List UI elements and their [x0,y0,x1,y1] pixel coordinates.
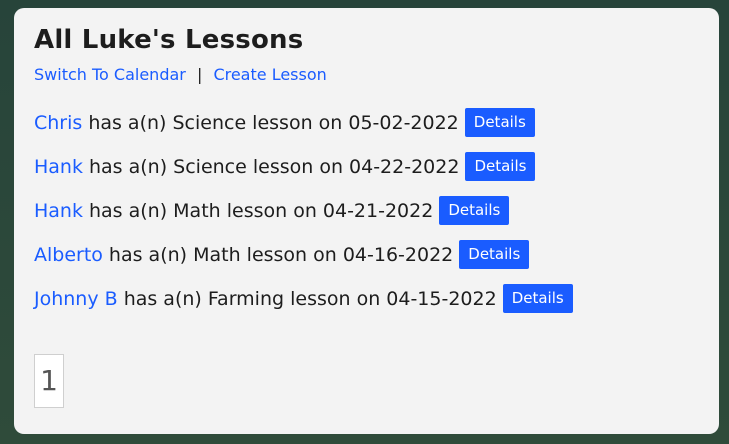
create-lesson-link[interactable]: Create Lesson [213,65,326,84]
student-link[interactable]: Johnny B [34,288,118,310]
page-title: All Luke's Lessons [34,25,304,55]
lesson-item: Alberto has a(n) Math lesson on 04-16-20… [34,238,699,272]
actions-separator: | [196,64,203,84]
lesson-item: Chris has a(n) Science lesson on 05-02-2… [34,106,699,140]
switch-to-calendar-link[interactable]: Switch To Calendar [34,65,186,84]
details-button[interactable]: Details [465,152,536,182]
student-link[interactable]: Chris [34,112,82,134]
lesson-description: has a(n) Farming lesson on 04-15-2022 [123,287,497,310]
details-button[interactable]: Details [459,240,530,270]
lesson-description: has a(n) Science lesson on 04-22-2022 [88,155,460,178]
lesson-item: Johnny B has a(n) Farming lesson on 04-1… [34,282,699,316]
lessons-list: Chris has a(n) Science lesson on 05-02-2… [34,106,699,316]
pagination-page-number: 1 [40,364,58,398]
details-button[interactable]: Details [502,284,573,314]
details-button[interactable]: Details [439,196,510,226]
page-actions: Switch To Calendar | Create Lesson [34,65,699,84]
pagination-page-button[interactable]: 1 [34,353,64,408]
student-link[interactable]: Alberto [34,244,103,266]
details-button[interactable]: Details [464,108,535,138]
lessons-panel: All Luke's Lessons Switch To Calendar | … [14,8,719,434]
lesson-description: has a(n) Math lesson on 04-21-2022 [88,199,434,222]
student-link[interactable]: Hank [34,156,83,178]
student-link[interactable]: Hank [34,200,83,222]
lesson-item: Hank has a(n) Science lesson on 04-22-20… [34,150,699,184]
lesson-item: Hank has a(n) Math lesson on 04-21-2022 … [34,194,699,228]
lesson-description: has a(n) Math lesson on 04-16-2022 [108,243,454,266]
lesson-description: has a(n) Science lesson on 05-02-2022 [88,111,459,134]
